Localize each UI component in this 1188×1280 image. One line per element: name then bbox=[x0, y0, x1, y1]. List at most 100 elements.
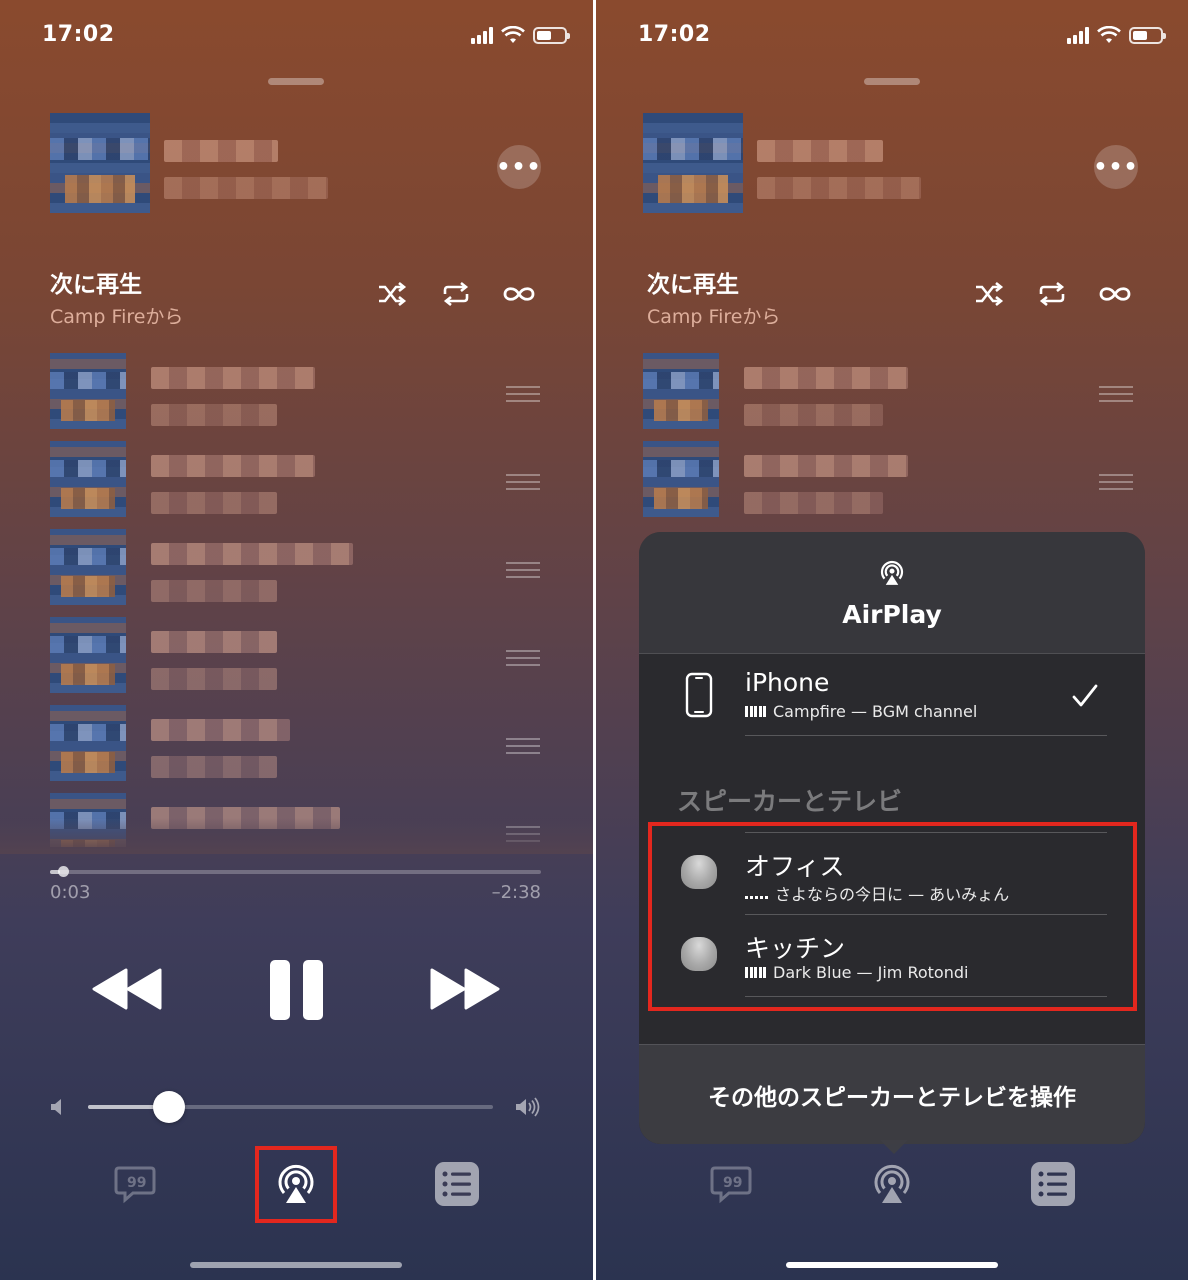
progress-knob[interactable] bbox=[57, 866, 69, 877]
wifi-icon bbox=[1097, 26, 1121, 43]
reorder-handle-icon[interactable] bbox=[1099, 474, 1133, 490]
blurred-song-title bbox=[164, 140, 278, 162]
blurred-title bbox=[744, 367, 908, 389]
queue-item[interactable] bbox=[643, 353, 1137, 433]
volume-low-icon bbox=[51, 1099, 61, 1115]
home-indicator[interactable] bbox=[786, 1262, 998, 1268]
now-playing-text: Campfire — BGM channel bbox=[773, 702, 978, 721]
blurred-subtitle bbox=[151, 492, 277, 514]
cellular-signal-icon bbox=[1067, 26, 1089, 44]
status-icons bbox=[471, 26, 570, 44]
queue-item[interactable] bbox=[50, 617, 544, 697]
airplay-icon bbox=[880, 560, 904, 585]
home-indicator[interactable] bbox=[190, 1262, 402, 1268]
queue-item[interactable] bbox=[50, 353, 544, 433]
reorder-handle-icon[interactable] bbox=[506, 474, 540, 490]
queue-item[interactable] bbox=[50, 441, 544, 521]
svg-text:99: 99 bbox=[723, 1175, 742, 1191]
queue-artwork bbox=[50, 529, 126, 605]
up-next-source: Camp Fireから bbox=[50, 306, 184, 328]
queue-artwork bbox=[643, 353, 719, 429]
queue-artwork bbox=[50, 705, 126, 781]
blurred-subtitle bbox=[151, 756, 277, 778]
remaining-time: –2:38 bbox=[491, 882, 541, 903]
lyrics-icon[interactable]: 99 bbox=[707, 1160, 755, 1208]
status-time: 17:02 bbox=[638, 22, 711, 47]
up-next-title: 次に再生 bbox=[50, 272, 142, 298]
reorder-handle-icon[interactable] bbox=[1099, 386, 1133, 402]
blurred-subtitle bbox=[151, 580, 277, 602]
volume-knob[interactable] bbox=[153, 1091, 185, 1123]
repeat-icon[interactable] bbox=[1036, 280, 1068, 308]
queue-item[interactable] bbox=[643, 441, 1137, 521]
reorder-handle-icon[interactable] bbox=[506, 562, 540, 578]
reorder-handle-icon[interactable] bbox=[506, 738, 540, 754]
reorder-handle-icon[interactable] bbox=[506, 650, 540, 666]
device-now-playing: Campfire — BGM channel bbox=[745, 702, 977, 721]
infinity-icon[interactable] bbox=[502, 280, 536, 308]
blurred-artist bbox=[757, 177, 921, 199]
cellular-signal-icon bbox=[471, 26, 493, 44]
divider bbox=[745, 735, 1107, 736]
repeat-icon[interactable] bbox=[440, 280, 472, 308]
popover-arrow bbox=[880, 1140, 908, 1154]
queue-item[interactable] bbox=[50, 705, 544, 785]
blurred-title bbox=[151, 543, 353, 565]
more-button[interactable]: ••• bbox=[496, 145, 541, 189]
airplay-header: AirPlay bbox=[639, 532, 1145, 654]
blurred-subtitle bbox=[744, 492, 883, 514]
more-button[interactable]: ••• bbox=[1093, 145, 1138, 189]
queue-icon[interactable] bbox=[1029, 1160, 1077, 1208]
blurred-subtitle bbox=[744, 404, 883, 426]
now-playing-artwork bbox=[50, 113, 150, 213]
lyrics-icon[interactable]: 99 bbox=[111, 1160, 159, 1208]
section-title-speakers-tv: スピーカーとテレビ bbox=[677, 787, 903, 816]
svg-text:99: 99 bbox=[127, 1175, 146, 1191]
control-other-speakers-button[interactable]: その他のスピーカーとテレビを操作 bbox=[639, 1044, 1145, 1144]
infinity-icon[interactable] bbox=[1098, 280, 1132, 308]
blurred-title bbox=[151, 367, 315, 389]
queue-artwork bbox=[50, 441, 126, 517]
airplay-screen: 17:02 ••• 次に再生 Camp Fireから AirPlay iPhon… bbox=[596, 0, 1188, 1280]
fast-forward-icon[interactable] bbox=[430, 968, 500, 1010]
airplay-icon[interactable] bbox=[868, 1160, 916, 1208]
shuffle-icon[interactable] bbox=[376, 280, 408, 308]
elapsed-time: 0:03 bbox=[50, 882, 91, 903]
wifi-icon bbox=[501, 26, 525, 43]
blurred-title bbox=[151, 719, 290, 741]
up-next-title: 次に再生 bbox=[647, 272, 739, 298]
queue-item[interactable] bbox=[50, 529, 544, 609]
queue-artwork bbox=[50, 617, 126, 693]
iphone-icon bbox=[685, 672, 713, 718]
blurred-title bbox=[744, 455, 908, 477]
blurred-subtitle bbox=[151, 668, 277, 690]
blurred-song-title bbox=[757, 140, 883, 162]
airplay-title: AirPlay bbox=[842, 600, 942, 629]
blurred-title bbox=[151, 455, 315, 477]
queue-fade bbox=[0, 818, 593, 854]
rewind-icon[interactable] bbox=[92, 968, 162, 1010]
shuffle-icon[interactable] bbox=[973, 280, 1005, 308]
queue-artwork bbox=[643, 441, 719, 517]
now-playing-artwork bbox=[643, 113, 743, 213]
queue-artwork bbox=[50, 353, 126, 429]
screens-divider bbox=[593, 0, 596, 1280]
status-icons bbox=[1067, 26, 1166, 44]
queue-icon[interactable] bbox=[433, 1160, 481, 1208]
sheet-grabber[interactable] bbox=[864, 78, 920, 85]
progress-bar[interactable] bbox=[50, 866, 541, 877]
blurred-subtitle bbox=[151, 404, 277, 426]
blurred-artist bbox=[164, 177, 328, 199]
device-row-iphone[interactable]: iPhone Campfire — BGM channel bbox=[639, 654, 1145, 736]
airplay-highlight-box bbox=[255, 1146, 337, 1223]
sheet-grabber[interactable] bbox=[268, 78, 324, 85]
device-name: iPhone bbox=[745, 668, 830, 697]
reorder-handle-icon[interactable] bbox=[506, 386, 540, 402]
battery-icon bbox=[1129, 26, 1166, 44]
playing-bars-icon bbox=[745, 706, 766, 717]
blurred-title bbox=[151, 631, 277, 653]
pause-icon[interactable] bbox=[268, 958, 326, 1022]
volume-high-icon bbox=[516, 1097, 540, 1117]
status-time: 17:02 bbox=[42, 22, 115, 47]
volume-slider[interactable] bbox=[88, 1091, 493, 1123]
